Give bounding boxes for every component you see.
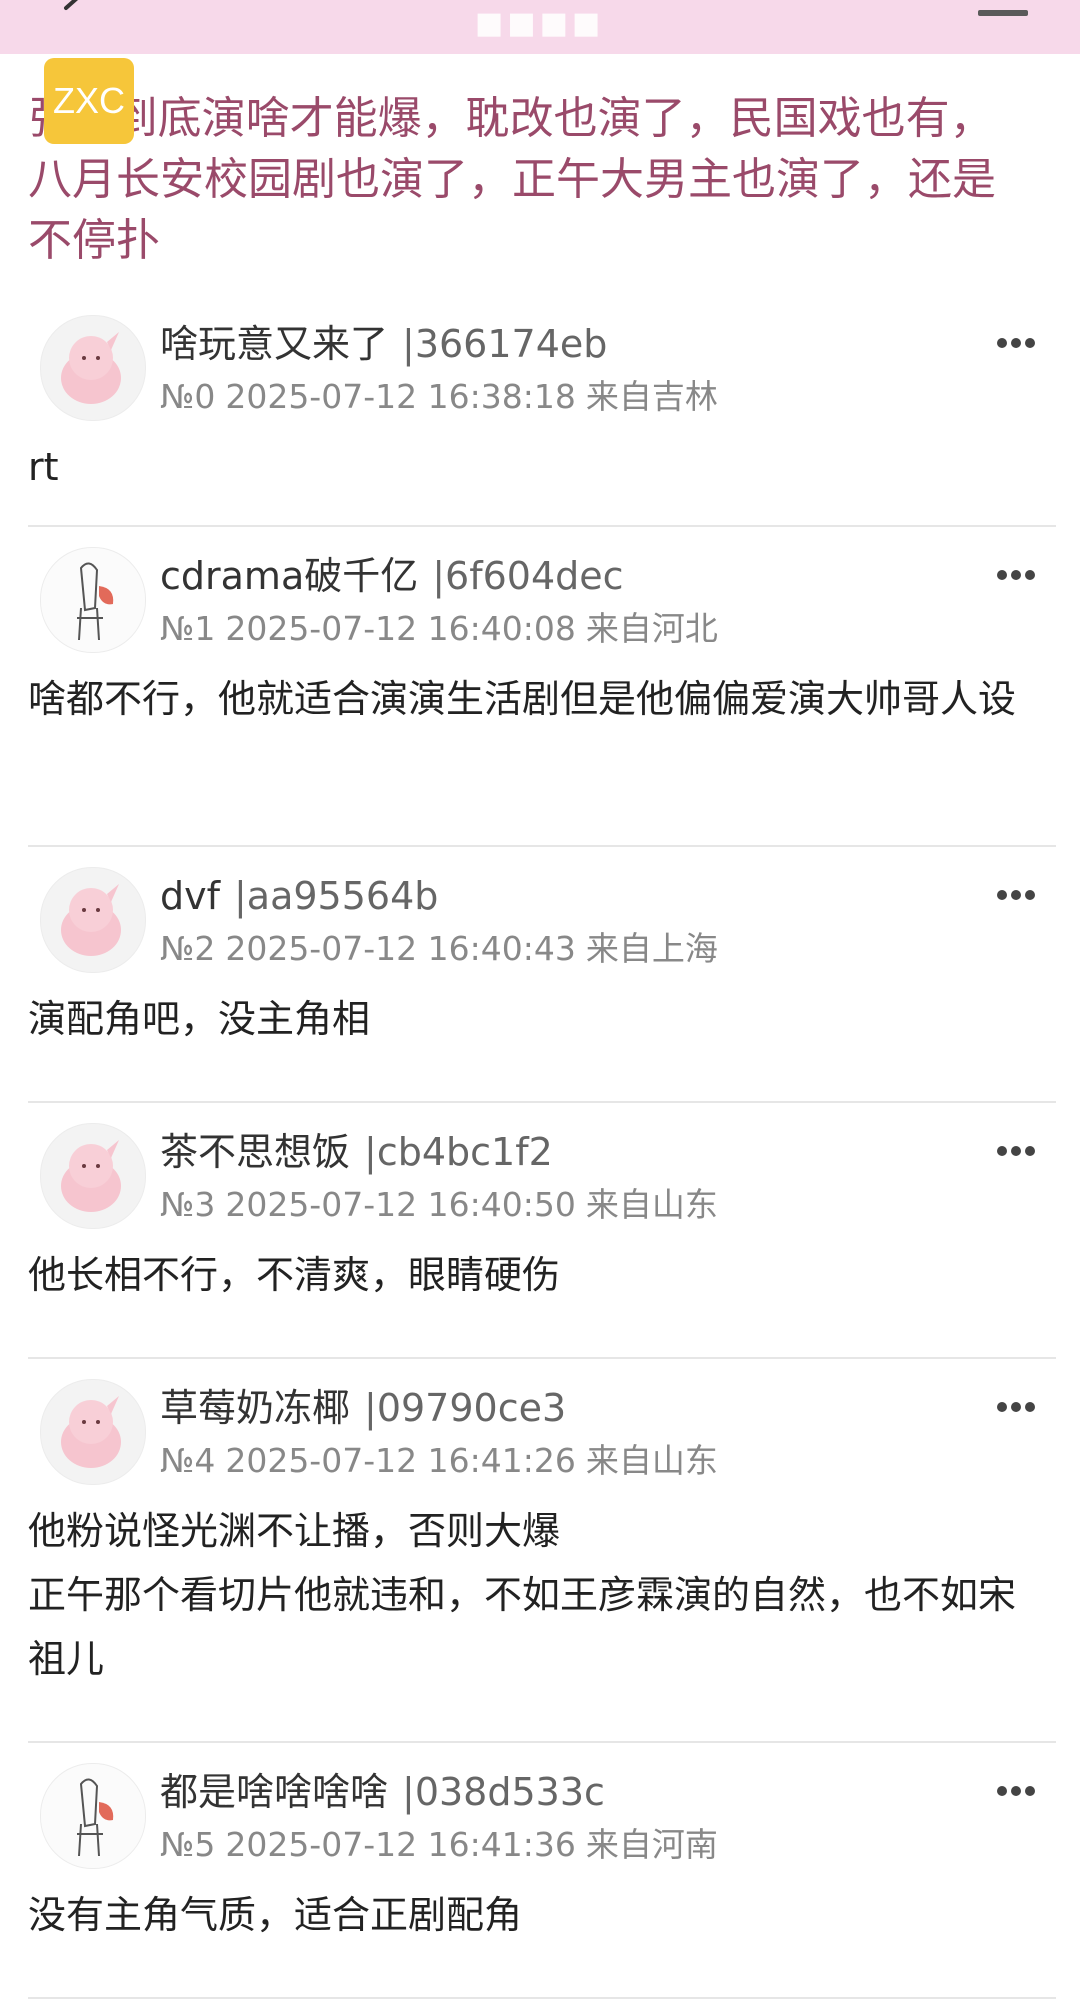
more-icon[interactable] <box>996 337 1036 349</box>
user-id: |09790ce3 <box>364 1386 567 1430</box>
username-line: 啥玩意又来了 |366174eb <box>160 319 607 369</box>
user-avatar[interactable] <box>40 1379 146 1485</box>
username[interactable]: 草莓奶冻椰 <box>160 1386 350 1430</box>
pink-puff-avatar-icon <box>61 1396 121 1468</box>
username-line: 草莓奶冻椰 |09790ce3 <box>160 1383 566 1433</box>
sketch-figure-avatar-icon <box>41 1764 145 1868</box>
username-line: 都是啥啥啥啥 |038d533c <box>160 1767 605 1817</box>
page-title: ■■■■ <box>475 6 605 41</box>
watermark-badge: ZXC <box>44 58 134 144</box>
floor-number: №1 <box>160 609 216 648</box>
reply-meta: №0 2025-07-12 16:38:18 来自吉林 <box>160 375 728 419</box>
thread-title: 张■到底演啥才能爆，耽改也演了，民国戏也有，八月长安校园剧也演了，正午大男主也演… <box>28 93 996 266</box>
user-id: |6f604dec <box>432 554 624 598</box>
username[interactable]: 茶不思想饭 <box>160 1130 350 1174</box>
more-icon[interactable] <box>996 889 1036 901</box>
reply-content: 演配角吧，没主角相 <box>28 997 371 1041</box>
sketch-figure-avatar-icon <box>41 548 145 652</box>
username[interactable]: dvf <box>160 874 220 918</box>
reply-item: dvf |aa95564b №2 2025-07-12 16:40:43 来自上海 演… <box>0 847 1080 1103</box>
user-avatar[interactable] <box>40 867 146 973</box>
floor-number: №5 <box>160 1825 216 1864</box>
reply-meta: №1 2025-07-12 16:40:08 来自河北 <box>160 607 728 651</box>
reply-content: 他长相不行，不清爽，眼睛硬伤 <box>28 1253 561 1297</box>
location: 来自河南 <box>585 1825 718 1864</box>
username[interactable]: cdrama破千亿 <box>160 554 418 598</box>
reply-item: 啥玩意又来了 |366174eb №0 2025-07-12 16:38:18 来自吉… <box>0 295 1080 527</box>
timestamp: 2025-07-12 16:38:18 <box>225 377 576 416</box>
username-line: 茶不思想饭 |cb4bc1f2 <box>160 1127 553 1177</box>
menu-icon[interactable] <box>978 10 1028 16</box>
username-line: cdrama破千亿 |6f604dec <box>160 551 624 601</box>
timestamp: 2025-07-12 16:41:26 <box>225 1441 576 1480</box>
timestamp: 2025-07-12 16:41:36 <box>225 1825 576 1864</box>
reply-item: 都是啥啥啥啥 |038d533c №5 2025-07-12 16:41:36 来自河… <box>0 1743 1080 1999</box>
user-id: |cb4bc1f2 <box>364 1130 553 1174</box>
user-avatar[interactable] <box>40 547 146 653</box>
location: 来自上海 <box>585 929 718 968</box>
location: 来自吉林 <box>585 377 718 416</box>
user-avatar[interactable] <box>40 1123 146 1229</box>
more-icon[interactable] <box>996 569 1036 581</box>
username[interactable]: 都是啥啥啥啥 <box>160 1770 388 1814</box>
floor-number: №3 <box>160 1185 216 1224</box>
more-icon[interactable] <box>996 1785 1036 1797</box>
user-id: |366174eb <box>402 322 608 366</box>
reply-item: cdrama破千亿 |6f604dec №1 2025-07-12 16:40:08… <box>0 527 1080 847</box>
location: 来自山东 <box>585 1185 718 1224</box>
reply-meta: №2 2025-07-12 16:40:43 来自上海 <box>160 927 728 971</box>
reply-list: 啥玩意又来了 |366174eb №0 2025-07-12 16:38:18 来自吉… <box>0 295 1080 1999</box>
pink-puff-avatar-icon <box>61 884 121 956</box>
top-bar: ■■■■ <box>0 0 1080 54</box>
location: 来自河北 <box>585 609 718 648</box>
reply-content: 没有主角气质，适合正剧配角 <box>28 1893 523 1937</box>
reply-content: 他粉说怪光渊不让播，否则大爆 正午那个看切片他就违和，不如王彦霖演的自然，也不如… <box>28 1509 1017 1681</box>
more-icon[interactable] <box>996 1401 1036 1413</box>
reply-meta: №4 2025-07-12 16:41:26 来自山东 <box>160 1439 728 1483</box>
floor-number: №0 <box>160 377 216 416</box>
reply-item: 茶不思想饭 |cb4bc1f2 №3 2025-07-12 16:40:50 来自山东… <box>0 1103 1080 1359</box>
floor-number: №4 <box>160 1441 216 1480</box>
user-avatar[interactable] <box>40 1763 146 1869</box>
pink-puff-avatar-icon <box>61 1140 121 1212</box>
reply-meta: №5 2025-07-12 16:41:36 来自河南 <box>160 1823 728 1867</box>
more-icon[interactable] <box>996 1145 1036 1157</box>
reply-content: rt <box>28 445 59 489</box>
reply-item: 草莓奶冻椰 |09790ce3 №4 2025-07-12 16:41:26 来自山东… <box>0 1359 1080 1743</box>
pink-puff-avatar-icon <box>61 332 121 404</box>
user-id: |aa95564b <box>234 874 439 918</box>
user-avatar[interactable] <box>40 315 146 421</box>
timestamp: 2025-07-12 16:40:50 <box>225 1185 576 1224</box>
timestamp: 2025-07-12 16:40:43 <box>225 929 576 968</box>
timestamp: 2025-07-12 16:40:08 <box>225 609 576 648</box>
username-line: dvf |aa95564b <box>160 871 438 921</box>
reply-meta: №3 2025-07-12 16:40:50 来自山东 <box>160 1183 728 1227</box>
reply-content: 啥都不行，他就适合演演生活剧但是他偏偏爱演大帅哥人设 <box>28 677 1017 721</box>
back-icon[interactable] <box>62 0 102 30</box>
user-id: |038d533c <box>402 1770 605 1814</box>
location: 来自山东 <box>585 1441 718 1480</box>
username[interactable]: 啥玩意又来了 <box>160 322 388 366</box>
floor-number: №2 <box>160 929 216 968</box>
divider <box>28 1997 1056 1999</box>
